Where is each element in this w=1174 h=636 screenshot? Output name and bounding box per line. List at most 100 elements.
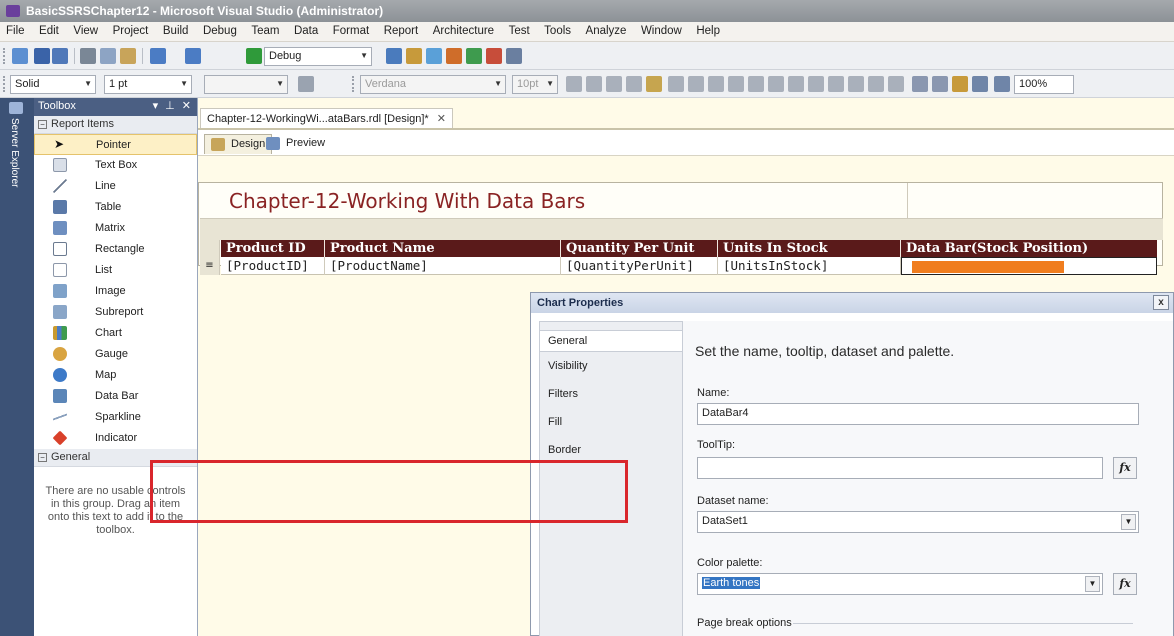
border-style-combo[interactable]: Solid ▼ (10, 75, 96, 94)
report-data-icon[interactable] (972, 76, 988, 92)
toolbar-grip[interactable] (3, 76, 6, 92)
save-all-icon[interactable] (52, 48, 68, 64)
list-icon[interactable] (788, 76, 804, 92)
dialog-close-button[interactable]: x (1153, 295, 1169, 310)
properties-icon[interactable] (406, 48, 422, 64)
toolbox-item-text-box[interactable]: Text Box (34, 155, 197, 176)
header-units-in-stock[interactable]: Units In Stock (718, 240, 901, 257)
cell-data-bar[interactable] (901, 257, 1157, 275)
align-bottom-icon[interactable] (768, 76, 784, 92)
align-top-icon[interactable] (728, 76, 744, 92)
outdent-icon[interactable] (868, 76, 884, 92)
close-icon[interactable]: ✕ (437, 113, 446, 125)
underline-icon[interactable] (606, 76, 622, 92)
toolbox-item-table[interactable]: Table (34, 197, 197, 218)
toolbox-item-matrix[interactable]: Matrix (34, 218, 197, 239)
cell-product-name[interactable]: [ProductName] (325, 257, 561, 275)
menu-build[interactable]: Build (157, 22, 194, 37)
server-explorer-label[interactable]: Server Explorer (9, 118, 20, 187)
object-browser-icon[interactable] (426, 48, 442, 64)
borders-icon[interactable] (298, 76, 314, 92)
cell-units-in-stock[interactable]: [UnitsInStock] (718, 257, 901, 275)
redo-icon[interactable] (185, 48, 201, 64)
menu-architecture[interactable]: Architecture (427, 22, 499, 37)
bold-icon[interactable] (566, 76, 582, 92)
menu-format[interactable]: Format (327, 22, 374, 37)
menu-view[interactable]: View (67, 22, 103, 37)
align-center-icon[interactable] (688, 76, 704, 92)
tooltip-input[interactable] (697, 457, 1103, 479)
dataset-select[interactable]: DataSet1 ▼ (697, 511, 1139, 533)
window-icon[interactable] (506, 48, 522, 64)
report-title[interactable]: Chapter-12-Working With Data Bars (229, 189, 585, 213)
grouping-icon[interactable] (932, 76, 948, 92)
toolbox-item-subreport[interactable]: Subreport (34, 302, 197, 323)
menu-file[interactable]: File (0, 22, 30, 37)
nav-visibility[interactable]: Visibility (540, 356, 682, 378)
undo-icon[interactable] (150, 48, 166, 64)
header-product-id[interactable]: Product ID (221, 240, 325, 257)
toolbox-item-image[interactable]: Image (34, 281, 197, 302)
nav-fill[interactable]: Fill (540, 412, 682, 434)
menu-data[interactable]: Data (288, 22, 323, 37)
toolbox-item-gauge[interactable]: Gauge (34, 344, 197, 365)
indent-icon[interactable] (848, 76, 864, 92)
toolbox-item-indicator[interactable]: Indicator (34, 428, 197, 449)
report-properties-icon[interactable] (912, 76, 928, 92)
copy-icon[interactable] (100, 48, 116, 64)
increase-indent-icon[interactable] (828, 76, 844, 92)
new-project-icon[interactable] (12, 48, 28, 64)
cell-product-id[interactable]: [ProductID] (221, 257, 325, 275)
border-color-combo[interactable]: ▼ (204, 75, 288, 94)
font-family-combo[interactable]: Verdana ▼ (360, 75, 506, 94)
background-color-icon[interactable] (646, 76, 662, 92)
menu-help[interactable]: Help (690, 22, 725, 37)
menu-test[interactable]: Test (503, 22, 535, 37)
header-quantity-per-unit[interactable]: Quantity Per Unit (561, 240, 718, 257)
server-explorer-strip[interactable]: Server Explorer (0, 98, 34, 636)
chevron-down-icon[interactable]: ▼ (1121, 514, 1136, 530)
menu-window[interactable]: Window (635, 22, 687, 37)
start-debugging-icon[interactable] (246, 48, 262, 64)
zoom-combo[interactable]: 100% (1014, 75, 1074, 94)
wrap-icon[interactable] (888, 76, 904, 92)
font-color-icon[interactable] (626, 76, 642, 92)
menu-team[interactable]: Team (245, 22, 284, 37)
toolbox-icon[interactable] (446, 48, 462, 64)
italic-icon[interactable] (586, 76, 602, 92)
toolbar-grip[interactable] (3, 48, 6, 64)
menu-tools[interactable]: Tools (538, 22, 576, 37)
menu-project[interactable]: Project (107, 22, 154, 37)
toolbox-item-list[interactable]: List (34, 260, 197, 281)
toolbox-item-sparkline[interactable]: Sparkline (34, 407, 197, 428)
name-input[interactable]: DataBar4 (697, 403, 1139, 425)
palette-expression-button[interactable]: fx (1113, 573, 1137, 595)
properties-window-icon[interactable] (952, 76, 968, 92)
toolbox-item-map[interactable]: Map (34, 365, 197, 386)
chevron-down-icon[interactable]: ▼ (1085, 576, 1100, 592)
toolbox-window-controls[interactable]: ▾ ⊥ ✕ (153, 99, 193, 112)
decrease-indent-icon[interactable] (808, 76, 824, 92)
align-left-icon[interactable] (668, 76, 684, 92)
ruler-icon[interactable] (994, 76, 1010, 92)
toolbox-item-line[interactable]: Line (34, 176, 197, 197)
toolbox-item-chart[interactable]: Chart (34, 323, 197, 344)
dialog-title-bar[interactable]: Chart Properties x (531, 293, 1173, 313)
toolbox-item-rectangle[interactable]: Rectangle (34, 239, 197, 260)
tablix-column-handles[interactable] (200, 218, 1163, 240)
toolbox-item-data-bar[interactable]: Data Bar (34, 386, 197, 407)
cut-icon[interactable] (80, 48, 96, 64)
configuration-combo[interactable]: Debug ▼ (264, 47, 372, 66)
menu-analyze[interactable]: Analyze (580, 22, 632, 37)
report-header-textbox[interactable] (907, 183, 1163, 218)
row-handle[interactable] (200, 240, 220, 257)
nav-general[interactable]: General (540, 330, 682, 352)
find-icon[interactable] (386, 48, 402, 64)
toolbox-group-report-items[interactable]: − Report Items (34, 116, 197, 134)
nav-filters[interactable]: Filters (540, 384, 682, 406)
align-middle-icon[interactable] (748, 76, 764, 92)
row-handle-details[interactable]: ≡ (200, 257, 220, 275)
font-size-combo[interactable]: 10pt ▼ (512, 75, 558, 94)
color-palette-select[interactable]: Earth tones ▼ (697, 573, 1103, 595)
report-body[interactable]: Chapter-12-Working With Data Bars ≡ Prod… (198, 182, 1163, 275)
